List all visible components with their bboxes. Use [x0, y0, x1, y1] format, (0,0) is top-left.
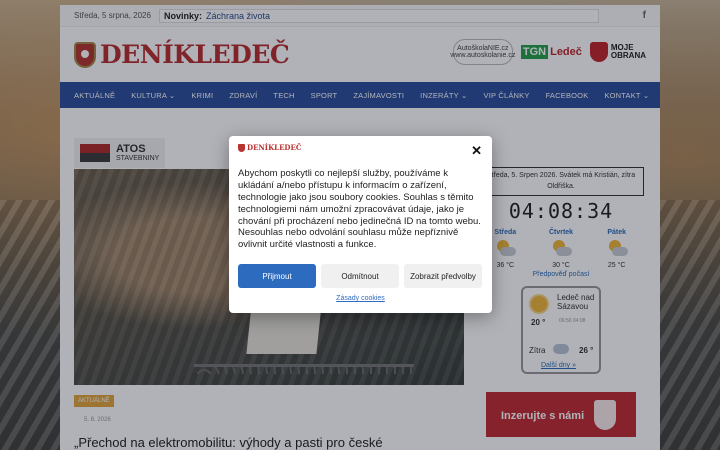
accept-button[interactable]: Přijmout — [238, 264, 316, 288]
cookie-policy-link[interactable]: Zásady cookies — [229, 295, 492, 302]
close-icon[interactable]: ✕ — [471, 143, 482, 159]
consent-text: Abychom poskytli co nejlepší služby, pou… — [238, 168, 481, 251]
crest-icon — [238, 143, 245, 152]
cookie-consent-dialog: DENÍKLEDEČ ✕ Abychom poskytli co nejlepš… — [229, 136, 492, 313]
deny-button[interactable]: Odmítnout — [321, 264, 399, 288]
dialog-logo: DENÍKLEDEČ — [238, 143, 301, 152]
preferences-button[interactable]: Zobrazit předvolby — [404, 264, 482, 288]
dialog-logo-text: DENÍKLEDEČ — [247, 143, 302, 152]
